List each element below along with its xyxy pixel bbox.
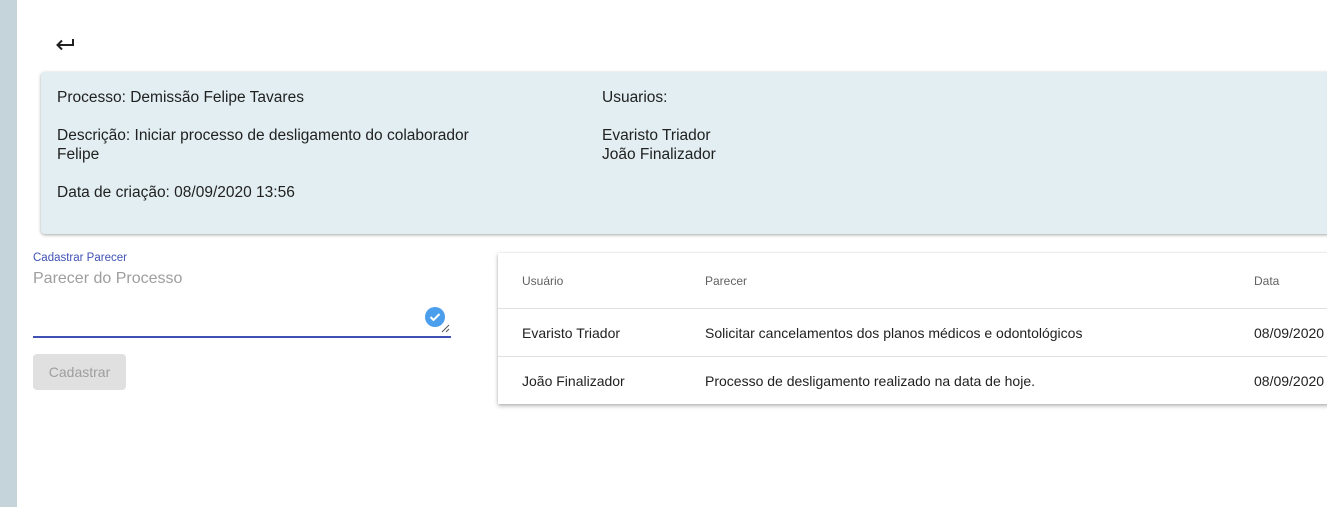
table-row: João Finalizador Processo de desligament… bbox=[498, 357, 1327, 405]
process-description-line1: Descrição: Iniciar processo de desligame… bbox=[57, 127, 469, 144]
back-button[interactable] bbox=[50, 30, 80, 60]
left-sidebar-strip bbox=[0, 0, 17, 507]
user-item: Evaristo Triador bbox=[602, 127, 711, 144]
process-details: Processo: Demissão Felipe Tavares Descri… bbox=[57, 88, 507, 202]
opinion-form: Cadastrar Parecer Cadastrar bbox=[33, 250, 451, 390]
users-label: Usuarios: bbox=[602, 89, 668, 106]
process-info-card: Processo: Demissão Felipe Tavares Descri… bbox=[41, 72, 1327, 234]
column-header-date: Data bbox=[1254, 253, 1327, 309]
cell-opinion: Processo de desligamento realizado na da… bbox=[705, 372, 1035, 389]
process-description: Descrição: Iniciar processo de desligame… bbox=[57, 126, 507, 164]
users-list: Evaristo Triador João Finalizador bbox=[602, 126, 1002, 164]
cell-user: João Finalizador bbox=[522, 372, 625, 389]
process-users: Usuarios: Evaristo Triador João Finaliza… bbox=[602, 88, 1002, 164]
cell-opinion: Solicitar cancelamentos dos planos médic… bbox=[705, 308, 1254, 357]
process-name: Processo: Demissão Felipe Tavares bbox=[57, 89, 304, 106]
return-arrow-icon bbox=[56, 39, 74, 51]
column-header-opinion: Parecer bbox=[705, 253, 1254, 309]
table-row: Evaristo Triador Solicitar cancelamentos… bbox=[498, 308, 1327, 357]
cell-user: Evaristo Triador bbox=[498, 308, 705, 357]
cell-date: 08/09/2020 13:56 bbox=[1254, 372, 1327, 389]
opinions-table: Usuário Parecer Data Evaristo Triador So… bbox=[498, 253, 1327, 404]
table-header-row: Usuário Parecer Data bbox=[498, 253, 1327, 309]
opinion-textarea[interactable] bbox=[33, 270, 451, 330]
process-description-line2: Felipe bbox=[57, 146, 100, 163]
opinion-field-label: Cadastrar Parecer bbox=[33, 252, 127, 264]
resize-handle-icon[interactable] bbox=[441, 324, 450, 333]
cell-date: 08/09/2020 13:56 bbox=[1254, 308, 1327, 357]
user-item: João Finalizador bbox=[602, 146, 716, 163]
process-created-date: Data de criação: 08/09/2020 13:56 bbox=[57, 184, 295, 201]
page: Processo: Demissão Felipe Tavares Descri… bbox=[0, 0, 1327, 507]
column-header-user: Usuário bbox=[498, 253, 705, 309]
opinion-field bbox=[33, 270, 451, 338]
submit-button[interactable]: Cadastrar bbox=[33, 354, 126, 390]
